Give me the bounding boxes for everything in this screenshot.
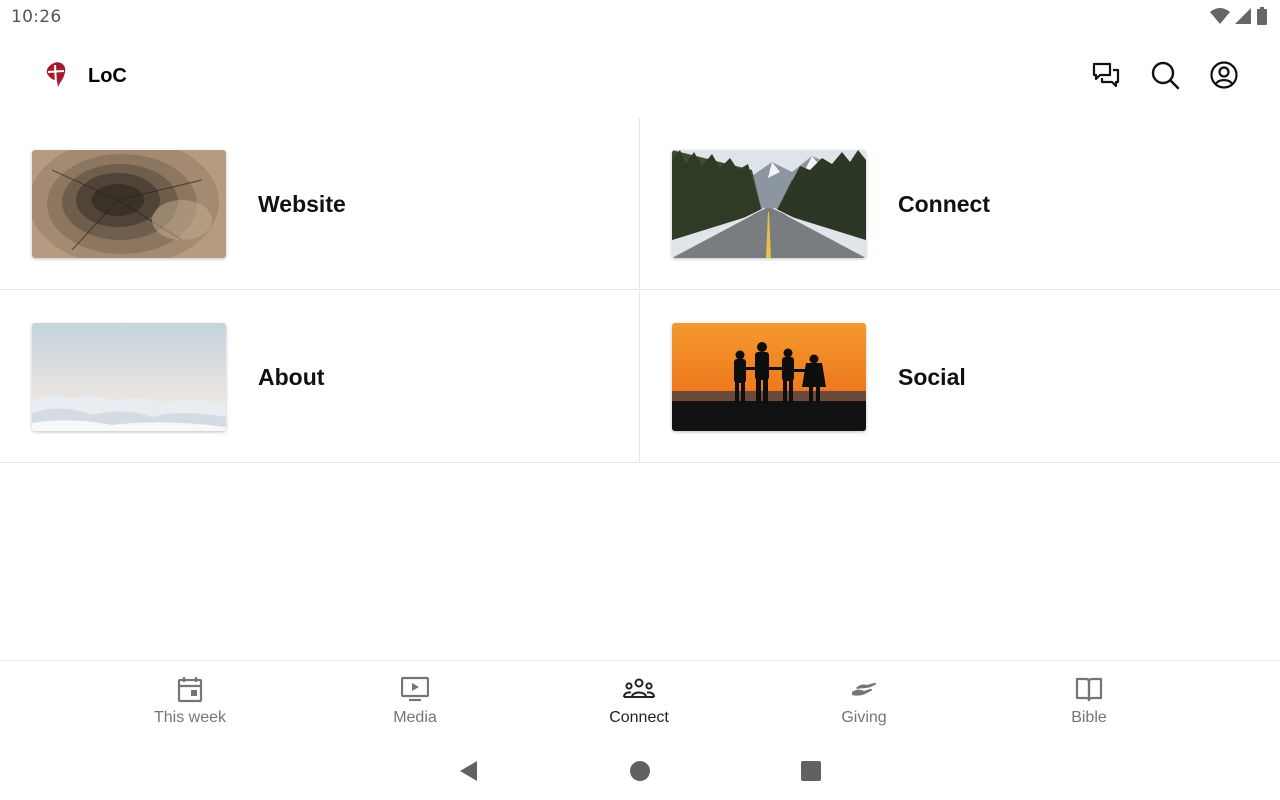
home-circle-icon [630, 761, 650, 781]
video-play-icon [401, 676, 429, 702]
about-thumbnail [32, 323, 226, 431]
system-navigation-bar [0, 742, 1280, 800]
status-bar: 10:26 [0, 0, 1280, 34]
nav-item-connect[interactable]: Connect [559, 661, 719, 743]
tile-label-website: Website [258, 191, 346, 217]
chat-icon [1092, 62, 1120, 88]
wifi-icon [1210, 8, 1230, 24]
nav-item-media[interactable]: Media [335, 661, 495, 743]
connect-grid: Website Connect About Social [0, 118, 1280, 464]
battery-icon [1257, 7, 1267, 25]
back-triangle-icon [460, 761, 477, 781]
account-button[interactable] [1207, 58, 1241, 92]
tile-about[interactable]: About [0, 291, 640, 463]
app-bar: LoC [0, 44, 1280, 106]
system-home-button[interactable] [625, 756, 655, 786]
app-title: LoC [88, 65, 127, 87]
tile-label-connect: Connect [898, 191, 990, 217]
nav-item-giving[interactable]: Giving [784, 661, 944, 743]
tile-website[interactable]: Website [0, 118, 640, 290]
nav-label-bible: Bible [1071, 709, 1107, 726]
account-circle-icon [1210, 61, 1238, 89]
recents-square-icon [801, 761, 821, 781]
tile-label-social: Social [898, 364, 966, 390]
search-button[interactable] [1148, 58, 1182, 92]
giving-hand-icon [852, 682, 877, 696]
tile-label-about: About [258, 364, 325, 390]
connect-thumbnail [672, 150, 866, 258]
brand-logo [46, 62, 66, 87]
system-back-button[interactable] [453, 756, 483, 786]
nav-label-connect: Connect [609, 709, 669, 726]
calendar-icon [177, 677, 203, 703]
nav-item-bible[interactable]: Bible [1009, 661, 1169, 743]
system-recents-button[interactable] [796, 756, 826, 786]
social-thumbnail [672, 323, 866, 431]
nav-label-giving: Giving [841, 709, 887, 726]
search-icon [1151, 61, 1180, 90]
status-time: 10:26 [11, 7, 62, 27]
open-book-icon [1075, 677, 1103, 702]
nav-label-this-week: This week [153, 709, 227, 726]
bottom-navigation: This week Media Connect Giving Bible [0, 660, 1280, 743]
nav-item-this-week[interactable]: This week [110, 661, 270, 743]
status-icons [1210, 7, 1268, 25]
tile-connect[interactable]: Connect [640, 118, 1280, 290]
people-group-icon [623, 678, 655, 698]
tile-social[interactable]: Social [640, 291, 1280, 463]
chat-button[interactable] [1089, 58, 1123, 92]
nav-label-media: Media [393, 709, 437, 726]
website-thumbnail [32, 150, 226, 258]
cellular-signal-icon [1235, 8, 1251, 24]
